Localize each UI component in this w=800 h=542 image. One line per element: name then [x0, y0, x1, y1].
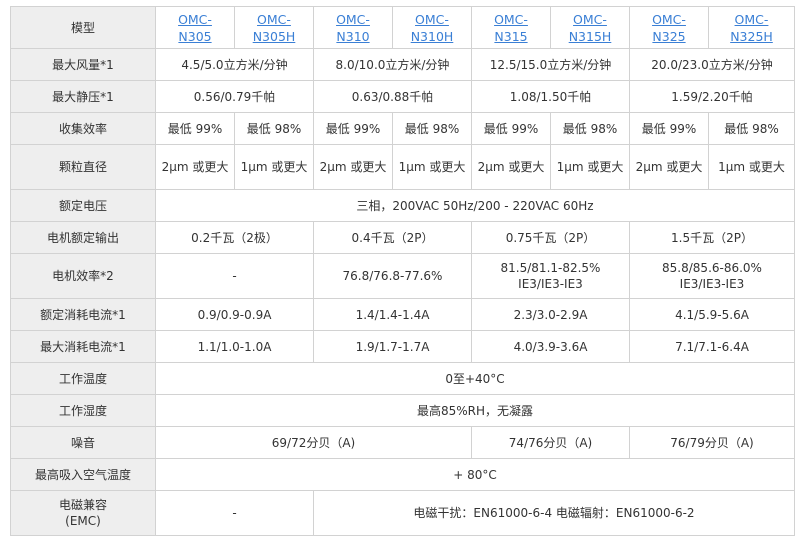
value-cell: 20.0/23.0立方米/分钟 [629, 48, 795, 81]
value-cell: 1μm 或更大 [234, 144, 314, 190]
value-cell: 1μm 或更大 [392, 144, 472, 190]
model-cell[interactable]: OMC- N310H [392, 6, 472, 49]
row-motor-efficiency: 电机效率*2 - 76.8/76.8-77.6% 81.5/81.1-82.5%… [10, 253, 795, 299]
model-cell[interactable]: OMC- N325 [629, 6, 709, 49]
value-cell: 1.5千瓦（2P） [629, 221, 795, 254]
value-cell: 85.8/85.6-86.0% IE3/IE3-IE3 [629, 253, 795, 299]
value-cell: 0.63/0.88千帕 [313, 80, 472, 113]
value-cell: 最低 99% [629, 112, 709, 145]
model-cell[interactable]: OMC- N305H [234, 6, 314, 49]
value-cell: 电磁干扰：EN61000-6-4 电磁辐射：EN61000-6-2 [313, 490, 795, 536]
value-cell: 4.5/5.0立方米/分钟 [155, 48, 314, 81]
model-link-n315[interactable]: OMC- N315 [494, 11, 528, 45]
model-link-n310h[interactable]: OMC- N310H [411, 11, 454, 45]
value-cell: 0.56/0.79千帕 [155, 80, 314, 113]
row-motor-output: 电机额定输出 0.2千瓦（2极） 0.4千瓦（2P） 0.75千瓦（2P） 1.… [10, 221, 795, 254]
row-label: 最大风量*1 [10, 48, 156, 81]
value-cell: 最低 99% [471, 112, 551, 145]
value-cell: 0至+40°C [155, 362, 795, 395]
value-cell: 2μm 或更大 [155, 144, 235, 190]
value-cell: 2.3/3.0-2.9A [471, 298, 630, 331]
model-link-n305h[interactable]: OMC- N305H [253, 11, 296, 45]
row-label: 额定消耗电流*1 [10, 298, 156, 331]
value-cell: 1μm 或更大 [708, 144, 795, 190]
value-cell: 74/76分贝（A) [471, 426, 630, 459]
model-link-n325[interactable]: OMC- N325 [652, 11, 686, 45]
row-label: 额定电压 [10, 189, 156, 222]
value-cell: 8.0/10.0立方米/分钟 [313, 48, 472, 81]
value-cell: 2μm 或更大 [313, 144, 393, 190]
row-voltage: 额定电压 三相，200VAC 50Hz/200 - 220VAC 60Hz [10, 189, 795, 222]
value-cell: 0.9/0.9-0.9A [155, 298, 314, 331]
value-cell: 0.2千瓦（2极） [155, 221, 314, 254]
value-cell: 1.59/2.20千帕 [629, 80, 795, 113]
value-cell: 最低 99% [155, 112, 235, 145]
corner-label: 模型 [10, 6, 156, 49]
value-cell: 2μm 或更大 [471, 144, 551, 190]
model-link-n325h[interactable]: OMC- N325H [730, 11, 773, 45]
value-cell: + 80°C [155, 458, 795, 491]
value-cell: 最高85%RH，无凝露 [155, 394, 795, 427]
row-label: 最大静压*1 [10, 80, 156, 113]
row-label: 电机额定输出 [10, 221, 156, 254]
model-cell[interactable]: OMC- N310 [313, 6, 393, 49]
row-label: 工作温度 [10, 362, 156, 395]
row-op-temp: 工作温度 0至+40°C [10, 362, 795, 395]
row-op-humidity: 工作湿度 最高85%RH，无凝露 [10, 394, 795, 427]
row-label: 噪音 [10, 426, 156, 459]
row-efficiency: 收集效率 最低 99% 最低 98% 最低 99% 最低 98% 最低 99% … [10, 112, 795, 145]
value-cell: 76.8/76.8-77.6% [313, 253, 472, 299]
value-cell: 7.1/7.1-6.4A [629, 330, 795, 363]
value-cell: 81.5/81.1-82.5% IE3/IE3-IE3 [471, 253, 630, 299]
row-rated-current: 额定消耗电流*1 0.9/0.9-0.9A 1.4/1.4-1.4A 2.3/3… [10, 298, 795, 331]
value-cell: - [155, 490, 314, 536]
row-label: 收集效率 [10, 112, 156, 145]
model-cell[interactable]: OMC- N305 [155, 6, 235, 49]
value-cell: 2μm 或更大 [629, 144, 709, 190]
row-airflow: 最大风量*1 4.5/5.0立方米/分钟 8.0/10.0立方米/分钟 12.5… [10, 48, 795, 81]
row-noise: 噪音 69/72分贝（A) 74/76分贝（A) 76/79分贝（A) [10, 426, 795, 459]
row-label: 最大消耗电流*1 [10, 330, 156, 363]
row-particle: 颗粒直径 2μm 或更大 1μm 或更大 2μm 或更大 1μm 或更大 2μm… [10, 144, 795, 190]
row-max-current: 最大消耗电流*1 1.1/1.0-1.0A 1.9/1.7-1.7A 4.0/3… [10, 330, 795, 363]
spec-table: 模型 OMC- N305 OMC- N305H OMC- N310 OMC- N310H… [10, 6, 795, 536]
value-cell: 4.1/5.9-5.6A [629, 298, 795, 331]
model-cell[interactable]: OMC- N325H [708, 6, 795, 49]
value-cell: - [155, 253, 314, 299]
model-header-row: 模型 OMC- N305 OMC- N305H OMC- N310 OMC- N310H… [10, 6, 795, 49]
value-cell: 4.0/3.9-3.6A [471, 330, 630, 363]
value-cell: 最低 98% [708, 112, 795, 145]
value-cell: 1.4/1.4-1.4A [313, 298, 472, 331]
value-cell: 1μm 或更大 [550, 144, 630, 190]
model-link-n310[interactable]: OMC- N310 [336, 11, 370, 45]
row-label: 颗粒直径 [10, 144, 156, 190]
value-cell: 三相，200VAC 50Hz/200 - 220VAC 60Hz [155, 189, 795, 222]
model-cell[interactable]: OMC- N315H [550, 6, 630, 49]
value-cell: 0.4千瓦（2P） [313, 221, 472, 254]
row-static-pressure: 最大静压*1 0.56/0.79千帕 0.63/0.88千帕 1.08/1.50… [10, 80, 795, 113]
value-cell: 1.9/1.7-1.7A [313, 330, 472, 363]
value-cell: 69/72分贝（A) [155, 426, 472, 459]
model-link-n305[interactable]: OMC- N305 [178, 11, 212, 45]
value-cell: 最低 98% [392, 112, 472, 145]
row-label: 电磁兼容 (EMC) [10, 490, 156, 536]
value-cell: 最低 99% [313, 112, 393, 145]
value-cell: 最低 98% [234, 112, 314, 145]
value-cell: 76/79分贝（A) [629, 426, 795, 459]
value-cell: 1.08/1.50千帕 [471, 80, 630, 113]
row-label: 电机效率*2 [10, 253, 156, 299]
value-cell: 0.75千瓦（2P） [471, 221, 630, 254]
model-cell[interactable]: OMC- N315 [471, 6, 551, 49]
value-cell: 1.1/1.0-1.0A [155, 330, 314, 363]
value-cell: 最低 98% [550, 112, 630, 145]
row-label: 最高吸入空气温度 [10, 458, 156, 491]
row-emc: 电磁兼容 (EMC) - 电磁干扰：EN61000-6-4 电磁辐射：EN6100… [10, 490, 795, 536]
row-label: 工作湿度 [10, 394, 156, 427]
model-link-n315h[interactable]: OMC- N315H [569, 11, 612, 45]
row-intake-temp: 最高吸入空气温度 + 80°C [10, 458, 795, 491]
value-cell: 12.5/15.0立方米/分钟 [471, 48, 630, 81]
